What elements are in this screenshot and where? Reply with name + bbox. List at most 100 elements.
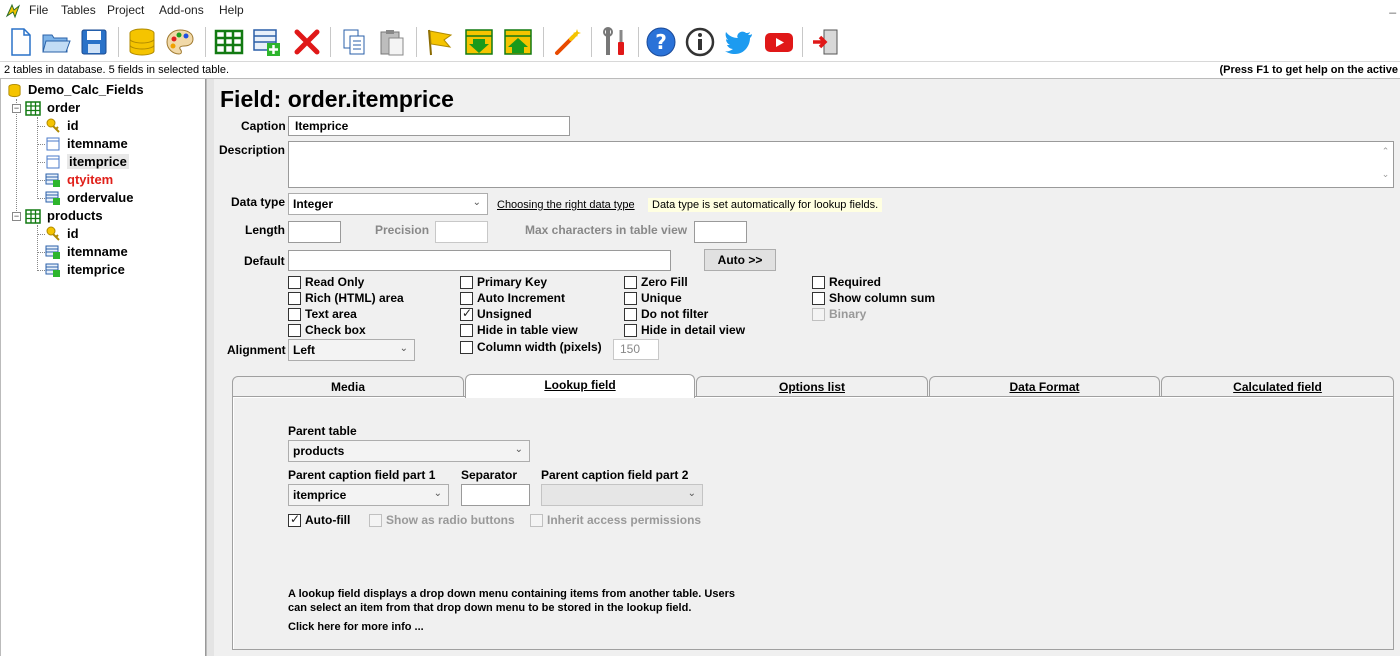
default-input[interactable] (288, 250, 671, 271)
description-textarea[interactable] (288, 141, 1394, 188)
app-logo-icon (5, 3, 21, 19)
lookup-field-icon (45, 263, 60, 277)
chevron-down-icon: ⌄ (687, 488, 696, 499)
lookup-tab-panel: Parent table products ⌄ Parent caption f… (232, 396, 1394, 650)
tree-field-order-itemname[interactable]: itemname (45, 136, 195, 154)
lookup-help-text-line2: can select an item from that drop down m… (288, 602, 692, 614)
panel-splitter[interactable] (206, 79, 214, 656)
menu-bar: File Tables Project Add-ons Help _ (0, 0, 1400, 22)
hide-table-view-checkbox[interactable]: Hide in table view (460, 323, 610, 338)
maxchars-input[interactable] (694, 221, 747, 243)
magic-wand-icon[interactable] (551, 26, 583, 58)
auto-increment-checkbox[interactable]: Auto Increment (460, 291, 610, 306)
info-icon[interactable] (684, 26, 716, 58)
tree-field-products-id[interactable]: id (45, 226, 195, 244)
column-width-input[interactable]: 150 (613, 339, 659, 360)
toolbar-separator (118, 27, 119, 57)
copy-icon[interactable] (338, 26, 370, 58)
tab-lookup-field[interactable]: Lookup field (465, 374, 695, 398)
tab-options-list[interactable]: Options list (696, 376, 928, 397)
database-icon[interactable] (126, 26, 158, 58)
tree-root-database[interactable]: Demo_Calc_Fields (7, 82, 197, 100)
unique-checkbox[interactable]: Unique (624, 291, 774, 306)
flag-icon[interactable] (424, 26, 456, 58)
length-input[interactable] (288, 221, 341, 243)
export-icon[interactable] (502, 26, 534, 58)
save-icon[interactable] (78, 26, 110, 58)
do-not-filter-checkbox[interactable]: Do not filter (624, 307, 774, 322)
tab-media[interactable]: Media (232, 376, 464, 397)
tree-field-order-qtyitem[interactable]: qtyitem (45, 172, 195, 190)
inherit-permissions-checkbox[interactable]: Inherit access permissions (530, 513, 710, 528)
collapse-products-toggle[interactable]: − (12, 212, 21, 221)
palette-icon[interactable] (164, 26, 196, 58)
caption-part1-select[interactable]: itemprice ⌄ (288, 484, 449, 506)
binary-checkbox[interactable]: Binary (812, 307, 962, 322)
separator-input[interactable] (461, 484, 530, 506)
alignment-select[interactable]: Left ⌄ (288, 339, 415, 361)
more-info-link[interactable]: Click here for more info ... (288, 621, 424, 633)
precision-input[interactable] (435, 221, 488, 243)
auto-button[interactable]: Auto >> (704, 249, 776, 271)
collapse-order-toggle[interactable]: − (12, 104, 21, 113)
add-field-icon[interactable] (251, 26, 283, 58)
menu-tables[interactable]: Tables (61, 3, 96, 17)
tree-field-products-itemprice[interactable]: itemprice (45, 262, 195, 280)
tab-data-format[interactable]: Data Format (929, 376, 1160, 397)
tree-field-label: itemprice (67, 154, 129, 169)
tree-field-order-ordervalue[interactable]: ordervalue (45, 190, 195, 208)
primary-key-checkbox[interactable]: Primary Key (460, 275, 610, 290)
tree-field-order-itemprice[interactable]: itemprice (45, 154, 195, 172)
youtube-icon[interactable] (763, 26, 795, 58)
menu-addons[interactable]: Add-ons (159, 3, 204, 17)
tree-table-products[interactable]: products (25, 208, 195, 226)
hide-detail-view-checkbox[interactable]: Hide in detail view (624, 323, 774, 338)
menu-help[interactable]: Help (219, 3, 244, 17)
datatype-note: Data type is set automatically for looku… (648, 198, 883, 212)
required-checkbox[interactable]: Required (812, 275, 962, 290)
auto-fill-checkbox[interactable]: ✓ Auto-fill (288, 512, 363, 528)
show-column-sum-checkbox[interactable]: Show column sum (812, 291, 962, 306)
tools-icon[interactable] (599, 26, 631, 58)
radio-buttons-checkbox[interactable]: Show as radio buttons (369, 513, 524, 528)
tree-connector (37, 126, 45, 127)
help-icon[interactable]: ? (645, 26, 677, 58)
tree-table-order[interactable]: order (25, 100, 195, 118)
caption-input[interactable]: Itemprice (288, 116, 570, 136)
zero-fill-checkbox[interactable]: Zero Fill (624, 275, 774, 290)
tab-calculated-field[interactable]: Calculated field (1161, 376, 1394, 397)
tree-field-label: ordervalue (67, 190, 134, 205)
delete-icon[interactable] (291, 26, 323, 58)
import-icon[interactable] (463, 26, 495, 58)
new-file-icon[interactable] (4, 26, 36, 58)
tree-field-products-itemname[interactable]: itemname (45, 244, 195, 262)
rich-html-checkbox[interactable]: Rich (HTML) area (288, 291, 438, 306)
menu-project[interactable]: Project (107, 3, 144, 17)
table-grid-icon[interactable] (213, 26, 245, 58)
default-label: Default (244, 254, 285, 268)
tree-table-label: order (47, 100, 81, 115)
unsigned-checkbox[interactable]: ✓ Unsigned (460, 306, 610, 322)
read-only-checkbox[interactable]: Read Only (288, 275, 438, 290)
datatype-help-link[interactable]: Choosing the right data type (497, 199, 635, 211)
exit-icon[interactable] (810, 26, 842, 58)
menu-file[interactable]: File (29, 3, 48, 17)
alignment-value: Left (293, 343, 315, 357)
help-hint-text: (Press F1 to get help on the active (1219, 64, 1399, 76)
open-folder-icon[interactable] (40, 26, 72, 58)
tree-connector (37, 162, 45, 163)
description-label: Description (219, 143, 286, 157)
description-scrollbar[interactable]: ⌃ ⌄ (1378, 142, 1393, 187)
column-width-checkbox[interactable]: Column width (pixels) (460, 340, 610, 355)
paste-icon[interactable] (376, 26, 408, 58)
text-area-checkbox[interactable]: Text area (288, 307, 438, 322)
caption-part2-select[interactable]: ⌄ (541, 484, 703, 506)
minimize-button[interactable]: _ (1389, 0, 1396, 14)
tree-field-order-id[interactable]: id (45, 118, 195, 136)
twitter-icon[interactable] (723, 26, 755, 58)
key-icon (46, 118, 60, 133)
parent-table-select[interactable]: products ⌄ (288, 440, 530, 462)
datatype-select[interactable]: Integer ⌄ (288, 193, 488, 215)
check-box-checkbox[interactable]: Check box (288, 323, 438, 338)
datatype-label: Data type (231, 195, 286, 209)
